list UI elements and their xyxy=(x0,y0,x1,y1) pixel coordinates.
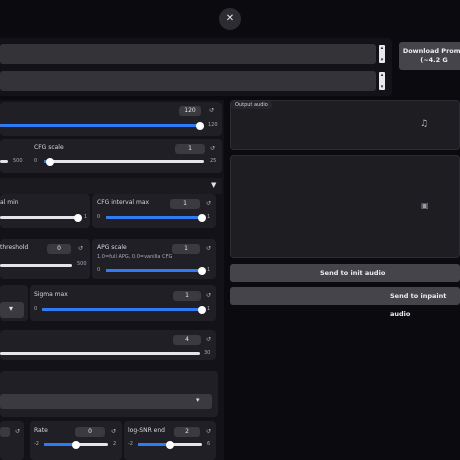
section-collapse-icon[interactable]: ▼ xyxy=(211,181,216,189)
cfg-interval-min-label: al min xyxy=(0,199,19,206)
log-snr-end-label: log-SNR end xyxy=(128,427,165,434)
cfg-scale-min-label: 0 xyxy=(34,158,38,164)
apg-scale-max-label: 1 xyxy=(207,267,211,273)
cfg-interval-max-label: CFG interval max xyxy=(97,199,150,206)
cfg-interval-max-reset-icon[interactable]: ↺ xyxy=(206,199,211,209)
apg-threshold-slider[interactable] xyxy=(0,264,72,267)
sigma-max-max-label: 1 xyxy=(207,306,211,312)
apg-threshold-number[interactable]: 0 xyxy=(47,244,71,254)
sampler-dropdown-arrow-icon[interactable]: ▾ xyxy=(9,304,13,313)
cfg-interval-min-max-label: 1 xyxy=(84,214,88,220)
cfg-scale-reset-icon[interactable]: ↺ xyxy=(210,144,215,154)
cfg-interval-min-slider[interactable] xyxy=(0,213,82,222)
image-placeholder-icon: ▣ xyxy=(421,201,429,210)
rate-slider[interactable] xyxy=(44,440,108,449)
big-slider-number[interactable]: 4 xyxy=(173,335,201,345)
big-slider-reset-icon[interactable]: ↺ xyxy=(206,335,211,345)
cfg-interval-max-number[interactable]: 1 xyxy=(170,199,200,209)
steps-max-label: 120 xyxy=(208,122,218,128)
apg-threshold-label: threshold xyxy=(0,244,29,251)
output-audio-tag: Output audio xyxy=(231,101,272,109)
apg-scale-number[interactable]: 1 xyxy=(172,244,200,254)
close-button[interactable]: ✕ xyxy=(219,8,241,30)
download-prompt-button[interactable]: Download Promp (~4.2 G xyxy=(399,42,460,70)
cfg-interval-max-min-label: 0 xyxy=(97,214,101,220)
cfg-interval-max-max-label: 1 xyxy=(207,214,211,220)
apg-threshold-max-label: 500 xyxy=(77,261,87,267)
sigma-max-slider[interactable] xyxy=(42,305,206,314)
log-snr-end-min-label: -2 xyxy=(128,441,133,447)
advanced-section-header[interactable] xyxy=(0,178,222,194)
apg-scale-reset-icon[interactable]: ↺ xyxy=(206,244,211,254)
scheduler-dropdown-arrow-icon[interactable]: ▾ xyxy=(196,396,200,404)
rate-label: Rate xyxy=(34,427,48,434)
big-slider[interactable] xyxy=(0,352,200,355)
download-label-line2: (~4.2 G xyxy=(420,56,448,64)
first-left-max-label: 500 xyxy=(13,158,23,164)
steps-slider[interactable] xyxy=(0,121,204,130)
apg-scale-slider[interactable] xyxy=(106,266,206,275)
log-snr-end-reset-icon[interactable]: ↺ xyxy=(206,427,211,437)
bottom-left-number[interactable] xyxy=(0,427,10,437)
log-snr-end-max-label: 6 xyxy=(207,441,211,447)
send-to-init-audio-button[interactable]: Send to init audio xyxy=(230,264,460,282)
cfg-scale-slider[interactable] xyxy=(44,157,204,166)
negative-prompt-input[interactable] xyxy=(0,71,376,91)
prompt-scrollbar[interactable]: ▴ ▾ xyxy=(379,45,385,63)
sigma-max-min-label: 0 xyxy=(34,306,38,312)
apg-threshold-reset-icon[interactable]: ↺ xyxy=(78,244,83,254)
steps-number[interactable]: 120 xyxy=(179,106,201,116)
sigma-max-number[interactable]: 1 xyxy=(173,291,201,301)
music-note-icon: ♫ xyxy=(420,119,429,129)
rate-reset-icon[interactable]: ↺ xyxy=(111,427,116,437)
apg-scale-note: 1.0=full APG, 0.0=vanilla CFG xyxy=(97,254,173,260)
big-slider-max-label: 30 xyxy=(204,350,211,356)
log-snr-end-slider[interactable] xyxy=(138,440,202,449)
sigma-max-reset-icon[interactable]: ↺ xyxy=(206,291,211,301)
first-left-slider[interactable] xyxy=(0,160,8,163)
rate-max-label: 2 xyxy=(113,441,117,447)
cfg-interval-max-slider[interactable] xyxy=(106,213,206,222)
prompt-input[interactable] xyxy=(0,44,376,64)
rate-min-label: -2 xyxy=(34,441,39,447)
negative-prompt-scrollbar[interactable]: ▴ ▾ xyxy=(379,72,385,90)
cfg-scale-number[interactable]: 1 xyxy=(175,144,205,154)
output-audio-label: Output audio xyxy=(235,102,268,108)
cfg-scale-label: CFG scale xyxy=(34,144,64,151)
apg-scale-min-label: 0 xyxy=(97,267,101,273)
send-to-inpaint-audio-button[interactable]: Send to inpaint audio xyxy=(230,287,460,318)
log-snr-end-number[interactable]: 2 xyxy=(174,427,200,437)
download-label-line1: Download Promp xyxy=(402,47,460,55)
rate-number[interactable]: 0 xyxy=(75,427,105,437)
apg-scale-label: APG scale xyxy=(97,244,127,251)
steps-reset-icon[interactable]: ↺ xyxy=(209,106,214,116)
bottom-left-reset-icon[interactable]: ↺ xyxy=(15,427,20,437)
sigma-max-label: Sigma max xyxy=(34,291,68,298)
cfg-scale-max-label: 25 xyxy=(210,158,217,164)
scheduler-dropdown[interactable] xyxy=(0,394,212,409)
